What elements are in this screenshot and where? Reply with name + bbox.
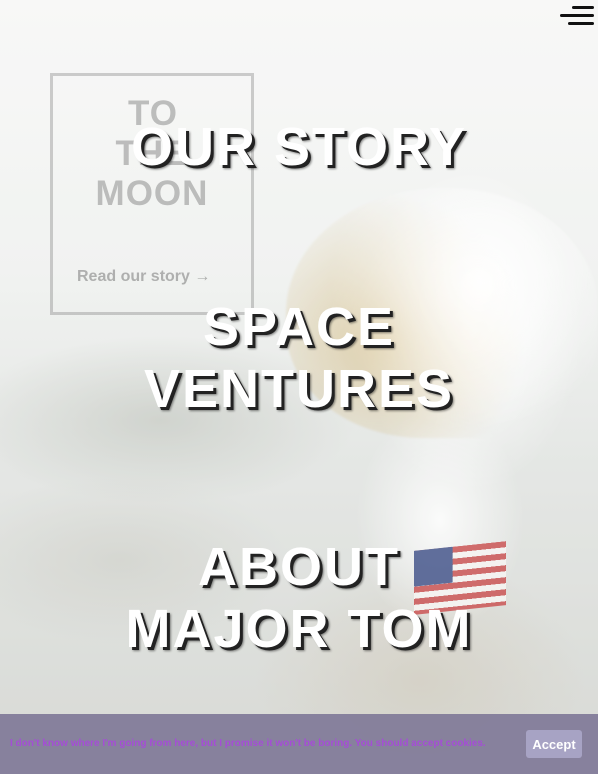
cookie-banner: I don't know where I'm going from here, … [0, 714, 598, 774]
menu-line [568, 22, 594, 25]
heading-space-ventures-line1[interactable]: SPACE [0, 300, 598, 354]
accept-cookies-button[interactable]: Accept [526, 730, 582, 758]
heading-our-story[interactable]: OUR STORY [0, 120, 598, 174]
story-card: TO THE MOON Read our story → [50, 73, 254, 315]
menu-line [572, 6, 594, 9]
menu-line [560, 14, 594, 17]
hamburger-menu-icon[interactable] [560, 6, 594, 26]
read-our-story-link[interactable]: Read our story → [77, 268, 210, 286]
card-title-line: MOON [95, 174, 209, 213]
cookie-message: I don't know where I'm going from here, … [10, 738, 486, 749]
heading-space-ventures-line2[interactable]: VENTURES [0, 362, 598, 416]
heading-about-major-tom-line1[interactable]: ABOUT [0, 540, 598, 594]
heading-about-major-tom-line2[interactable]: MAJOR TOM [0, 602, 598, 656]
